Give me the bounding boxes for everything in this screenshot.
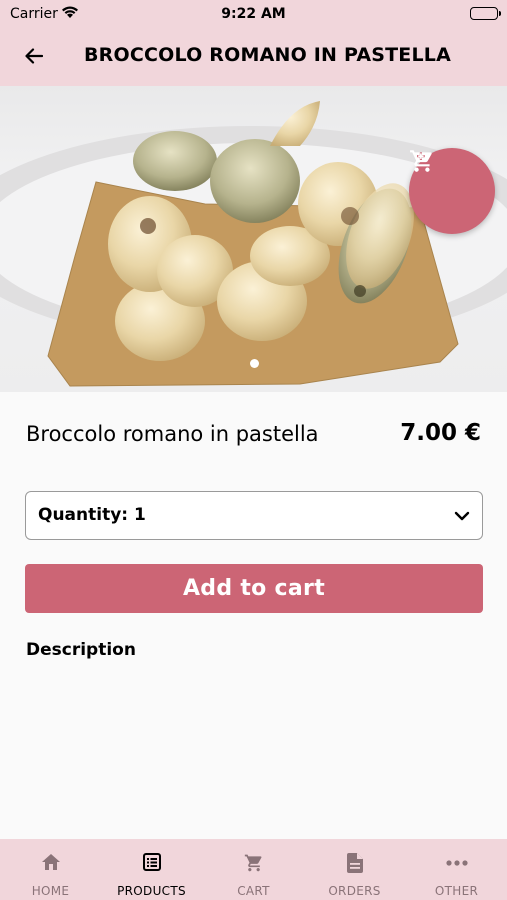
tab-other-label: OTHER bbox=[434, 884, 479, 898]
product-image-carousel[interactable] bbox=[0, 86, 507, 392]
product-photo bbox=[0, 101, 507, 387]
tab-other[interactable]: OTHER bbox=[406, 839, 507, 900]
tab-cart-label: CART bbox=[237, 884, 270, 898]
tab-products[interactable]: PRODUCTS bbox=[101, 839, 202, 900]
tab-orders[interactable]: ORDERS bbox=[304, 839, 405, 900]
app-header: Carrier 9:22 AM BROCCOLO ROMANO IN PASTE… bbox=[0, 0, 507, 86]
description-heading: Description bbox=[26, 640, 136, 660]
product-name: Broccolo romano in pastella bbox=[26, 422, 319, 446]
arrow-left-icon bbox=[25, 48, 43, 64]
more-icon bbox=[445, 860, 468, 866]
document-icon bbox=[346, 853, 363, 873]
clock-label: 9:22 AM bbox=[221, 6, 286, 22]
tab-orders-label: ORDERS bbox=[328, 884, 381, 898]
page-title: BROCCOLO ROMANO IN PASTELLA bbox=[84, 44, 451, 66]
home-icon bbox=[41, 854, 60, 870]
status-bar: Carrier 9:22 AM bbox=[0, 0, 507, 28]
list-icon bbox=[142, 853, 161, 871]
chevron-down-icon bbox=[454, 511, 470, 521]
tab-cart[interactable]: CART bbox=[203, 839, 304, 900]
cart-fab[interactable] bbox=[409, 148, 495, 234]
battery-icon bbox=[470, 7, 501, 20]
back-button[interactable] bbox=[20, 42, 48, 70]
quantity-label: Quantity: 1 bbox=[38, 505, 146, 525]
shopping-cart-icon bbox=[410, 150, 432, 172]
add-to-cart-button[interactable]: Add to cart bbox=[25, 564, 483, 613]
cart-icon bbox=[244, 854, 261, 872]
tab-home-label: HOME bbox=[31, 884, 70, 898]
product-price: 7.00 € bbox=[400, 420, 481, 446]
quantity-select[interactable]: Quantity: 1 bbox=[25, 491, 483, 540]
tab-bar: HOME PRODUCTS CART ORDERS OTHER bbox=[0, 839, 507, 900]
tab-products-label: PRODUCTS bbox=[117, 884, 186, 898]
tab-home[interactable]: HOME bbox=[0, 839, 101, 900]
carousel-dot-1[interactable] bbox=[250, 359, 259, 368]
